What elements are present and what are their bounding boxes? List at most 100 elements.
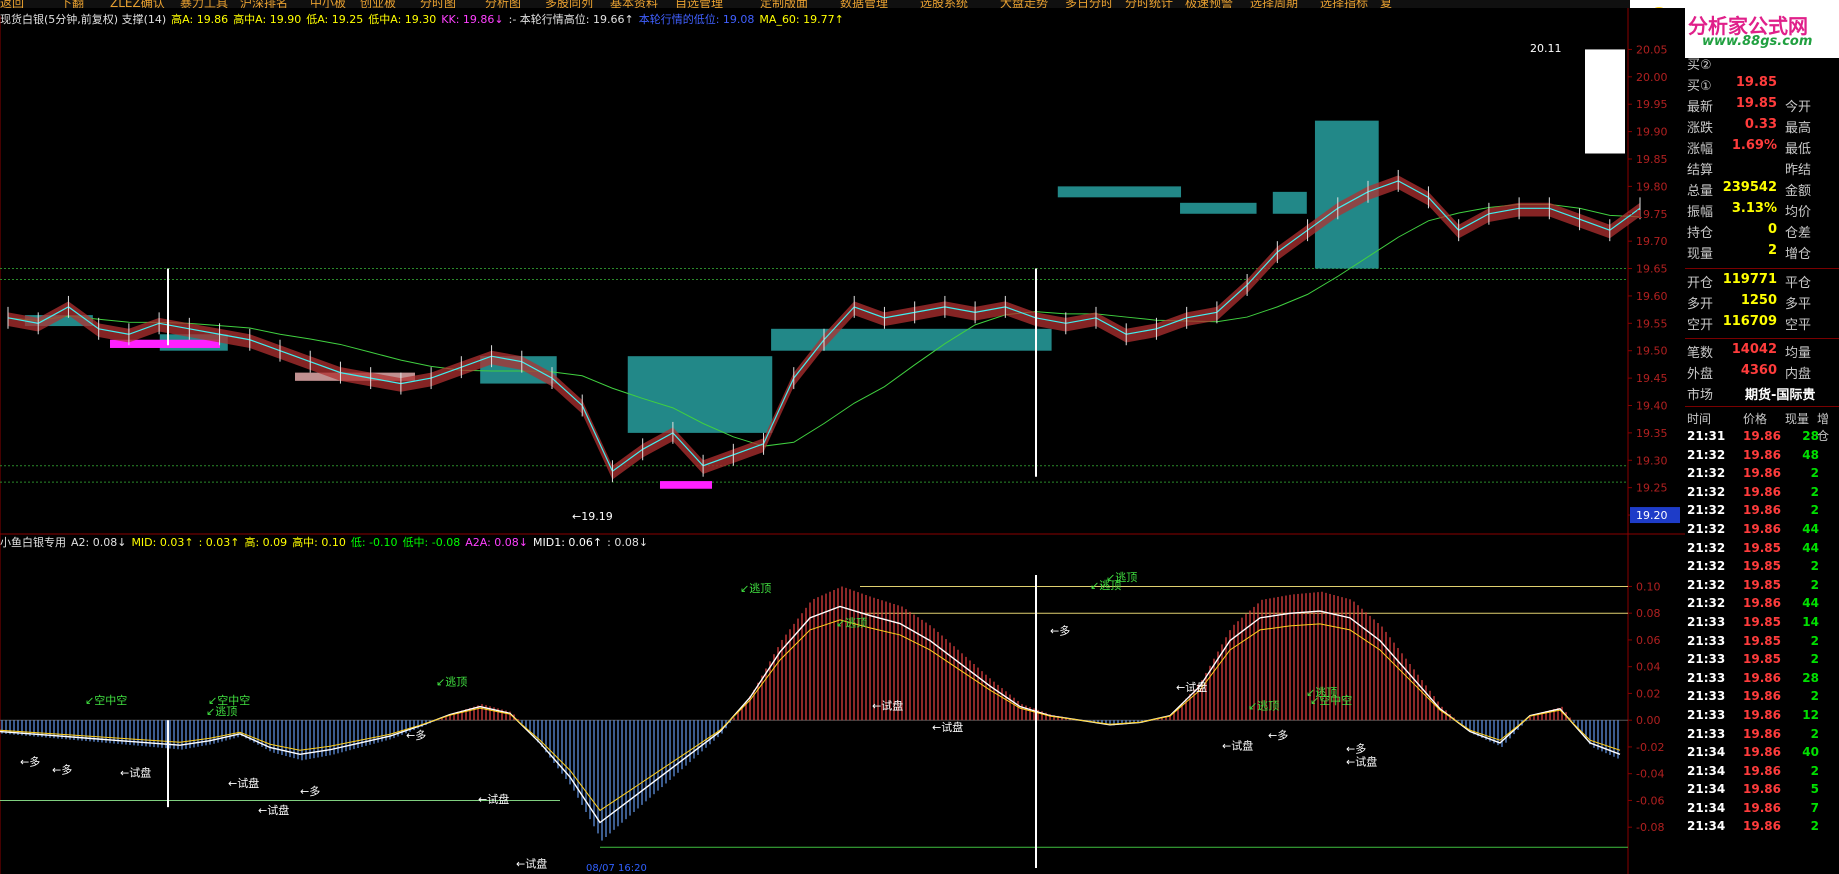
quote-label-2: 仓差: [1785, 226, 1812, 241]
tick-price: 19.86: [1743, 484, 1781, 499]
price-tick-label: 19.55: [1636, 317, 1668, 330]
osc-signal-label: ←多: [1268, 728, 1288, 742]
quote-value: 1.69%: [1731, 138, 1777, 153]
tick-price: 19.85: [1743, 577, 1781, 592]
quote-label: 涨跌: [1687, 121, 1714, 136]
tick-vol: 2: [1810, 689, 1819, 704]
tick-price: 19.86: [1743, 429, 1781, 443]
tick-time: 21:34: [1687, 819, 1726, 834]
tick-time: 21:34: [1687, 800, 1726, 815]
quote-value: 19.85: [1735, 96, 1777, 111]
osc-signal-label: ←试盘: [516, 856, 547, 870]
tick-price: 19.86: [1743, 800, 1781, 815]
menu-item[interactable]: 分时图: [420, 0, 456, 8]
menu-item[interactable]: 极速预警: [1185, 0, 1233, 8]
price-tick-label: 19.30: [1636, 454, 1668, 467]
tick-row: 21:33 19.85 2: [1685, 634, 1839, 653]
tick-price: 19.86: [1743, 466, 1781, 481]
legend-entry: 高中A: 19.90: [233, 13, 302, 26]
price-zone-box: [1057, 186, 1182, 198]
menu-item[interactable]: 大盘走势: [1000, 0, 1048, 8]
price-zone-box: [1272, 191, 1307, 214]
legend-entry: A2: 0.08↓: [71, 536, 127, 549]
quote-row: 结算 昨结: [1685, 159, 1839, 180]
tick-price: 19.85: [1743, 559, 1781, 574]
legend-entry: 小鱼白银专用: [0, 536, 66, 549]
quote-row: 振幅 3.13% 均价: [1685, 201, 1839, 222]
legend-entry: 高: 0.09: [244, 536, 288, 549]
quote-value: 0: [1767, 222, 1777, 237]
menu-item[interactable]: 选择周期: [1250, 0, 1298, 8]
high-spike-block: [1585, 49, 1625, 154]
menu-item[interactable]: 自选管理: [675, 0, 723, 8]
quote-label-2: 平仓: [1785, 276, 1812, 291]
menu-item[interactable]: 复: [1380, 0, 1392, 8]
quote-row: 开仓 119771 平仓: [1685, 272, 1839, 293]
price-tick-label: 19.25: [1636, 482, 1668, 495]
tick-time: 21:34: [1687, 782, 1726, 797]
quote-row: 买① 19.85: [1685, 75, 1839, 96]
menu-item[interactable]: 定制版面: [760, 0, 808, 8]
osc-signal-label: ←多: [52, 763, 72, 777]
tick-vol: 44: [1802, 540, 1819, 555]
tick-vol: 2: [1810, 484, 1819, 499]
tick-price: 19.86: [1743, 763, 1781, 778]
menu-item[interactable]: 中小板: [310, 0, 346, 8]
osc-signal-label: ←试盘: [932, 720, 963, 734]
tick-vol: 2: [1810, 819, 1819, 834]
tick-row: 21:32 19.85 2: [1685, 578, 1839, 597]
tick-price: 19.85: [1743, 614, 1781, 629]
tick-time: 21:33: [1687, 652, 1726, 667]
quote-label-2: 最高: [1785, 121, 1812, 136]
logo-site-text: www.88gs.com: [1702, 34, 1813, 49]
quote-row: 持仓 0 仓差: [1685, 222, 1839, 243]
menu-item[interactable]: 分析图: [485, 0, 521, 8]
tick-vol: 2: [1810, 763, 1819, 778]
tick-row: 21:32 19.86 44: [1685, 522, 1839, 541]
menu-item[interactable]: 多股同列: [545, 0, 593, 8]
menu-item[interactable]: 多日分时: [1065, 0, 1113, 8]
tick-price: 19.85: [1743, 540, 1781, 555]
quote-label-2: 多平: [1785, 297, 1812, 312]
tick-price: 19.85: [1743, 652, 1781, 667]
price-tick-label: 19.50: [1636, 345, 1668, 358]
osc-signal-label: ←多: [300, 784, 320, 798]
price-tick-label: 19.75: [1636, 208, 1668, 221]
menu-item[interactable]: 数据管理: [840, 0, 888, 8]
osc-tick-label: 0.02: [1636, 687, 1661, 700]
col-time: 时间: [1687, 412, 1712, 426]
osc-tick-label: -0.06: [1636, 794, 1664, 807]
tick-row: 21:33 19.85 14: [1685, 615, 1839, 634]
quote-label-2: 均量: [1785, 346, 1812, 361]
osc-signal-label: ←多: [1050, 624, 1070, 638]
menu-item[interactable]: 选择指标: [1320, 0, 1368, 8]
menu-item[interactable]: 返回: [0, 0, 24, 8]
quote-value: 239542: [1722, 180, 1777, 195]
legend-entry: 低: -0.10: [350, 536, 398, 549]
signal-block: [660, 481, 712, 489]
tick-time: 21:33: [1687, 707, 1726, 722]
menu-item[interactable]: ZLEZ确认: [110, 0, 165, 8]
legend-entry: 本轮行情的低位: 19.08: [638, 13, 755, 26]
tick-time: 21:32: [1687, 503, 1726, 518]
main-chart[interactable]: 20.11←19.19 ↙空中空 ↙空中空↙逃顶↙逃顶↙逃顶↙逃顶↙逃顶↙逃顶↙逃…: [0, 8, 1685, 874]
osc-signal-label: ↙逃顶: [740, 582, 771, 595]
tick-row: 21:32 19.86 2: [1685, 466, 1839, 485]
menu-item[interactable]: 基本资料: [610, 0, 658, 8]
menu-item[interactable]: 沪深排名: [240, 0, 288, 8]
osc-tick-label: -0.02: [1636, 741, 1664, 754]
tick-list[interactable]: 时间 价格 现量 增仓 21:31 19.86 28 21:32 19.86 48 21:3…: [1685, 410, 1839, 838]
osc-signal-label: ←试盘: [228, 776, 259, 790]
quote-label: 现量: [1687, 247, 1714, 262]
tick-vol: 12: [1802, 707, 1819, 722]
menu-item[interactable]: 暴力工具: [180, 0, 228, 8]
tick-row: 21:32 19.86 48: [1685, 448, 1839, 467]
menu-item[interactable]: 选股系统: [920, 0, 968, 8]
menu-item[interactable]: 分时统计: [1125, 0, 1173, 8]
menu-item[interactable]: 创业板: [360, 0, 396, 8]
tick-price: 19.86: [1743, 819, 1781, 834]
tick-price: 19.86: [1743, 521, 1781, 536]
menu-item[interactable]: 下翻: [60, 0, 84, 8]
cursor-time-label: 08/07 16:20: [586, 863, 647, 874]
tick-time: 21:31: [1687, 429, 1726, 443]
